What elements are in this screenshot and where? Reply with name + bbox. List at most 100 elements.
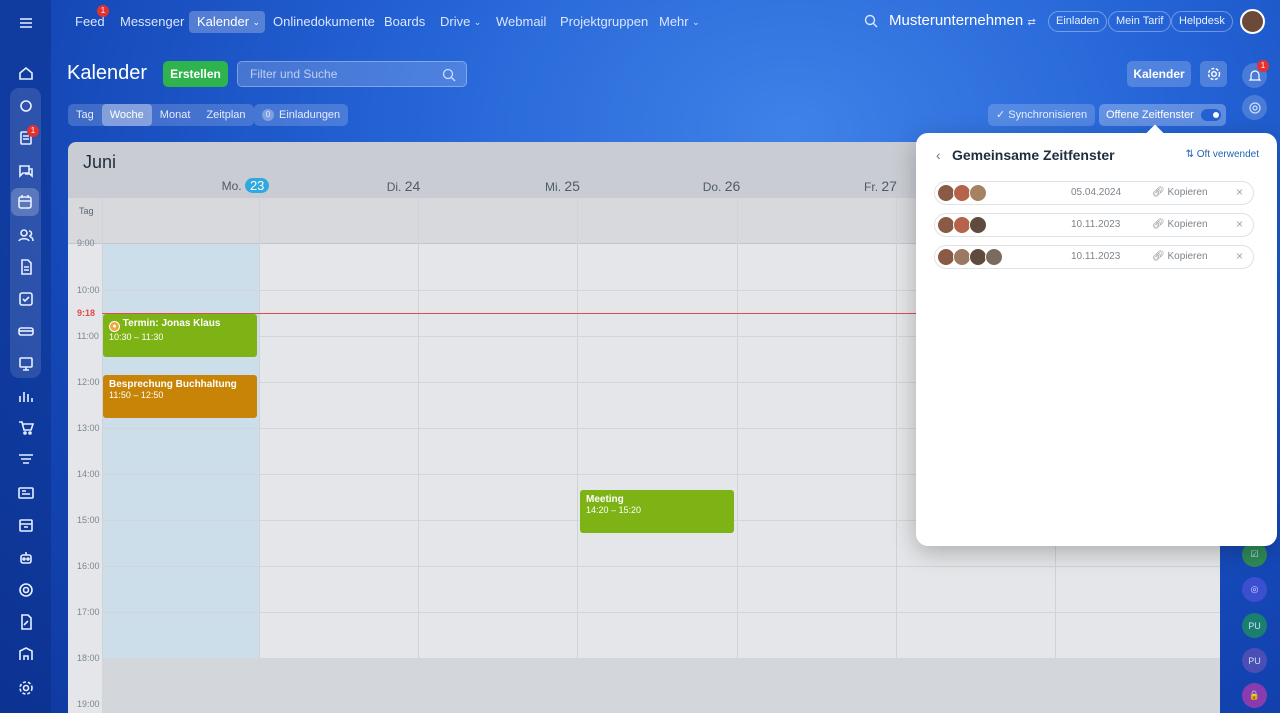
close-icon[interactable]: × <box>1236 185 1243 199</box>
event-besprechung[interactable]: Besprechung Buchhaltung 11:50 – 12:50 <box>103 375 257 418</box>
tariff-button[interactable]: Mein Tarif <box>1108 11 1172 32</box>
user-avatar[interactable] <box>1240 9 1265 34</box>
nav-webmail[interactable]: Webmail <box>488 11 554 33</box>
copy-link[interactable]: 🔗︎ Kopieren <box>1152 187 1208 198</box>
home-icon[interactable] <box>13 60 38 85</box>
day-name: Di. <box>386 180 402 194</box>
robot-icon[interactable] <box>13 545 38 570</box>
company-name[interactable]: Musterunternehmen ⇄ <box>889 12 1036 29</box>
copy-label: Kopieren <box>1167 219 1208 230</box>
nav-mehr[interactable]: Mehr ⌄ <box>651 11 705 33</box>
event-time: 10:30 – 11:30 <box>109 332 164 342</box>
day-header-mon[interactable]: Mo. 23 <box>166 178 325 193</box>
lock-icon[interactable]: 🔒 <box>1242 683 1267 708</box>
open-slots-label: Offene Zeitfenster <box>1106 109 1194 121</box>
cart-icon[interactable] <box>13 415 38 440</box>
shared-slots-popup: ‹ Gemeinsame Zeitfenster ⇅ Oft verwendet… <box>916 133 1277 546</box>
month-label: Juni <box>83 152 117 172</box>
hour-label: 17:00 <box>77 607 100 617</box>
invite-button[interactable]: Einladen <box>1048 11 1107 32</box>
tasks-ring-icon[interactable] <box>13 93 38 118</box>
nav-drive[interactable]: Drive ⌄ <box>432 11 486 33</box>
tab-zeitplan[interactable]: Zeitplan <box>198 104 253 126</box>
nav-mehr-label: Mehr <box>659 14 689 29</box>
slot-row[interactable]: 10.11.2023 🔗︎ Kopieren × <box>934 213 1254 237</box>
avatar-pu-1[interactable]: PU <box>1242 613 1267 638</box>
helpdesk-button[interactable]: Helpdesk <box>1171 11 1233 32</box>
tab-woche[interactable]: Woche <box>101 104 152 126</box>
create-button[interactable]: Erstellen <box>163 61 228 87</box>
funnel-icon[interactable] <box>13 447 38 472</box>
back-chevron-icon[interactable]: ‹ <box>936 147 941 163</box>
participant-avatars <box>937 216 987 234</box>
column-divider <box>896 198 897 713</box>
nav-boards[interactable]: Boards <box>376 11 433 33</box>
office-icon[interactable] <box>13 641 38 666</box>
search-icon[interactable] <box>864 14 878 28</box>
event-meeting[interactable]: Meeting 14:20 – 15:20 <box>580 490 734 533</box>
open-slots-toggle[interactable] <box>1201 109 1221 121</box>
slot-row[interactable]: 10.11.2023 🔗︎ Kopieren × <box>934 245 1254 269</box>
day-name: Do. <box>702 180 722 194</box>
copilot-icon[interactable] <box>1242 95 1267 120</box>
nav-onlinedokumente[interactable]: Onlinedokumente <box>265 11 383 33</box>
nav-messenger[interactable]: Messenger <box>112 11 192 33</box>
sort-button[interactable]: ⇅ Oft verwendet <box>1186 149 1259 160</box>
hour-line <box>102 612 1220 613</box>
column-divider <box>577 198 578 713</box>
nav-projektgruppen[interactable]: Projektgruppen <box>552 11 656 33</box>
nav-kalender[interactable]: Kalender ⌄ <box>189 11 266 33</box>
chat-icon[interactable] <box>13 158 38 183</box>
copy-label: Kopieren <box>1167 251 1208 262</box>
schedule-icon[interactable] <box>13 512 38 537</box>
copy-link[interactable]: 🔗︎ Kopieren <box>1152 251 1208 262</box>
sign-icon[interactable] <box>13 609 38 634</box>
hour-line <box>102 566 1220 567</box>
swap-icon: ⇄ <box>1027 17 1036 28</box>
hour-label: 13:00 <box>77 423 100 433</box>
checkbox-icon[interactable] <box>13 286 38 311</box>
settings-button[interactable] <box>1200 61 1227 87</box>
analytics-icon[interactable] <box>13 383 38 408</box>
calendar-button[interactable]: Kalender <box>1127 61 1191 87</box>
invitations-button[interactable]: 0 Einladungen <box>254 104 349 126</box>
spiral-icon[interactable]: ◎ <box>1242 577 1267 602</box>
day-header-thu[interactable]: Do. 26 <box>642 178 801 194</box>
contacts-icon[interactable] <box>13 222 38 247</box>
drive-icon[interactable] <box>13 318 38 343</box>
close-icon[interactable]: × <box>1236 249 1243 263</box>
hour-line <box>102 704 1220 705</box>
slot-row[interactable]: 05.04.2024 🔗︎ Kopieren × <box>934 181 1254 205</box>
search-box[interactable] <box>237 61 467 87</box>
calendar-icon[interactable] <box>11 188 39 216</box>
news-icon[interactable] <box>13 480 38 505</box>
settings-icon[interactable] <box>13 675 38 700</box>
sync-button[interactable]: ✓ Synchronisieren <box>988 104 1096 126</box>
target-icon[interactable] <box>13 577 38 602</box>
tab-tag[interactable]: Tag <box>68 104 102 126</box>
close-icon[interactable]: × <box>1236 217 1243 231</box>
event-title: ● Termin: Jonas Klaus <box>109 318 251 332</box>
menu-icon[interactable] <box>13 10 38 35</box>
day-header-wed[interactable]: Mi. 25 <box>483 178 642 194</box>
column-divider <box>102 198 103 713</box>
top-navigation: Feed 1 Messenger Kalender ⌄ Onlinedokumen… <box>51 0 1280 44</box>
today-column <box>102 198 259 713</box>
avatar-pu-2[interactable]: PU <box>1242 648 1267 673</box>
copy-link[interactable]: 🔗︎ Kopieren <box>1152 219 1208 230</box>
avatar <box>985 248 1003 266</box>
open-slots-button[interactable]: Offene Zeitfenster <box>1099 104 1226 126</box>
tab-monat[interactable]: Monat <box>152 104 199 126</box>
board-icon[interactable] <box>13 351 38 376</box>
slot-date: 05.04.2024 <box>1071 187 1122 198</box>
left-sidebar: 1 <box>0 0 51 713</box>
search-icon[interactable] <box>442 68 456 82</box>
event-termin[interactable]: ● Termin: Jonas Klaus 10:30 – 11:30 <box>103 314 257 357</box>
company-name-label: Musterunternehmen <box>889 12 1024 29</box>
document-icon[interactable] <box>13 254 38 279</box>
day-number: 27 <box>881 178 897 194</box>
sync-label: Synchronisieren <box>1008 109 1088 121</box>
search-input[interactable] <box>238 62 428 86</box>
nav-feed-badge: 1 <box>97 5 109 17</box>
day-header-tue[interactable]: Di. 24 <box>324 178 483 194</box>
